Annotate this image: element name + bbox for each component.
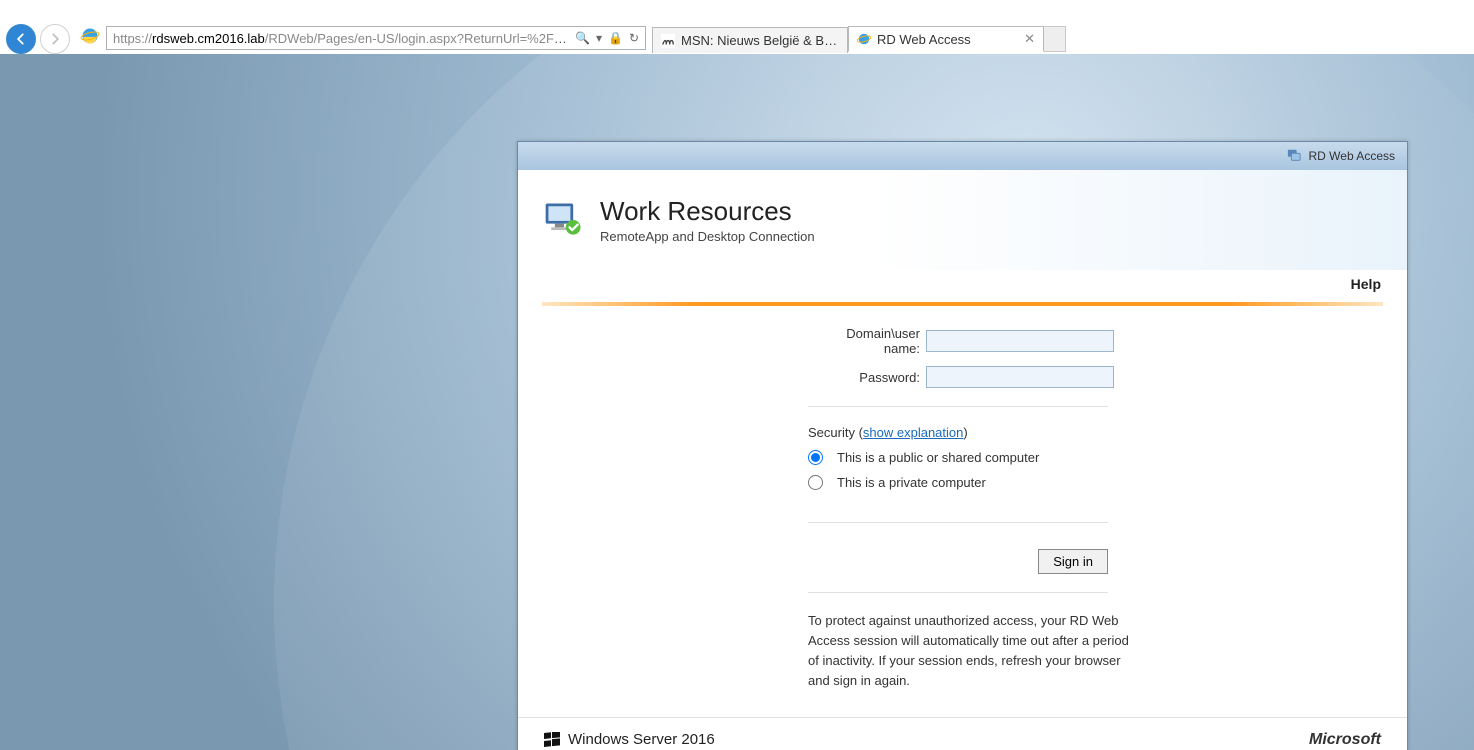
url-text: https://rdsweb.cm2016.lab/RDWeb/Pages/en… bbox=[113, 31, 569, 46]
password-input[interactable] bbox=[926, 366, 1114, 388]
address-bar[interactable]: https://rdsweb.cm2016.lab/RDWeb/Pages/en… bbox=[106, 26, 646, 50]
ie-favicon-icon bbox=[857, 32, 871, 46]
sign-in-button[interactable]: Sign in bbox=[1038, 549, 1108, 574]
arrow-right-icon bbox=[48, 32, 62, 46]
panel-topbar: RD Web Access bbox=[518, 142, 1407, 170]
back-button[interactable] bbox=[6, 24, 36, 54]
dropdown-icon[interactable]: ▾ bbox=[596, 31, 602, 45]
rd-web-panel: RD Web Access Work Resources RemoteApp a… bbox=[517, 141, 1408, 750]
panel-header: Work Resources RemoteApp and Desktop Con… bbox=[518, 170, 1407, 270]
browser-chrome: https://rdsweb.cm2016.lab/RDWeb/Pages/en… bbox=[0, 0, 1474, 54]
show-explanation-link[interactable]: show explanation bbox=[863, 425, 963, 440]
separator-orange bbox=[542, 302, 1383, 306]
close-icon[interactable]: ✕ bbox=[1024, 31, 1035, 47]
separator bbox=[808, 522, 1108, 523]
panel-footer: Windows Server 2016 Microsoft bbox=[518, 717, 1407, 750]
tab-rdweb[interactable]: RD Web Access ✕ bbox=[848, 26, 1044, 52]
microsoft-logo: Microsoft bbox=[1309, 731, 1381, 749]
ie-logo-icon bbox=[80, 26, 100, 46]
public-computer-label: This is a public or shared computer bbox=[837, 450, 1039, 465]
msn-favicon-icon bbox=[661, 34, 675, 48]
desktop-background: RD Web Access Work Resources RemoteApp a… bbox=[0, 54, 1474, 750]
separator bbox=[808, 406, 1108, 407]
refresh-icon[interactable]: ↻ bbox=[629, 31, 639, 45]
password-label: Password: bbox=[808, 370, 920, 385]
new-tab-button[interactable] bbox=[1044, 26, 1066, 52]
security-text: Security (show explanation) bbox=[808, 425, 1108, 440]
server-version: Windows Server 2016 bbox=[568, 731, 715, 748]
topbar-title: RD Web Access bbox=[1309, 149, 1395, 163]
page-subtitle: RemoteApp and Desktop Connection bbox=[600, 229, 815, 244]
lock-icon: 🔒 bbox=[608, 31, 623, 45]
arrow-left-icon bbox=[14, 32, 28, 46]
tab-label: MSN: Nieuws België & Buitenl... bbox=[681, 33, 839, 48]
tab-label: RD Web Access bbox=[877, 32, 1018, 47]
tab-msn[interactable]: MSN: Nieuws België & Buitenl... bbox=[652, 27, 848, 53]
separator bbox=[808, 592, 1108, 593]
tab-strip: MSN: Nieuws België & Buitenl... RD Web A… bbox=[652, 26, 1066, 52]
public-computer-radio[interactable] bbox=[808, 450, 823, 465]
search-icon[interactable]: 🔍 bbox=[575, 31, 590, 45]
work-resources-icon bbox=[542, 198, 586, 242]
page-title: Work Resources bbox=[600, 196, 815, 227]
username-input[interactable] bbox=[926, 330, 1114, 352]
help-link[interactable]: Help bbox=[1351, 276, 1381, 292]
forward-button[interactable] bbox=[40, 24, 70, 54]
username-label: Domain\user name: bbox=[808, 326, 920, 356]
login-form: Domain\user name: Password: Security (sh… bbox=[518, 326, 1388, 692]
rd-icon bbox=[1287, 151, 1304, 165]
timeout-notice: To protect against unauthorized access, … bbox=[808, 611, 1138, 692]
private-computer-label: This is a private computer bbox=[837, 475, 986, 490]
windows-logo-icon bbox=[544, 732, 560, 748]
private-computer-radio[interactable] bbox=[808, 475, 823, 490]
